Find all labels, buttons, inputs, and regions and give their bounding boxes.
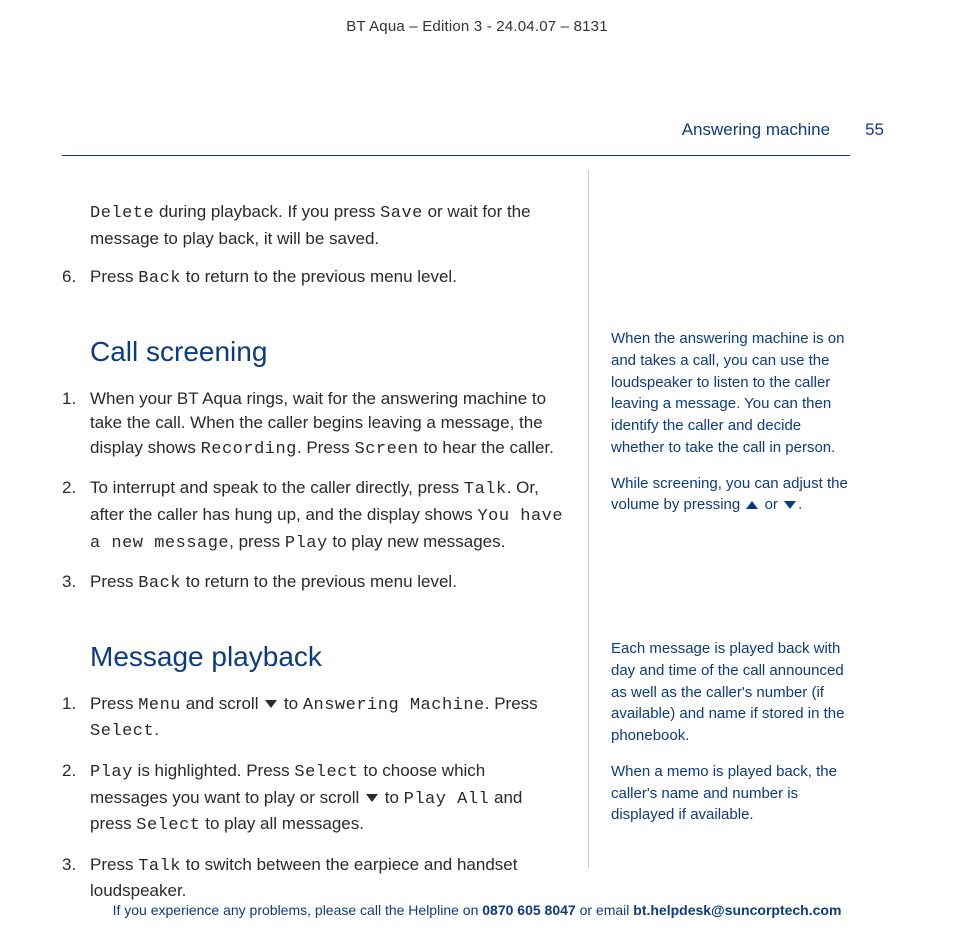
side-spacer <box>611 170 850 328</box>
display-recording: Recording <box>201 440 297 459</box>
key-select: Select <box>294 763 358 782</box>
key-talk: Talk <box>138 857 181 876</box>
call-screening-step-2: 2. To interrupt and speak to the caller … <box>62 476 566 556</box>
text: to play new messages. <box>328 532 506 551</box>
step-number: 2. <box>62 476 76 501</box>
arrow-up-icon <box>746 501 758 509</box>
key-menu: Menu <box>138 696 181 715</box>
helpline-footer: If you experience any problems, please c… <box>70 902 884 918</box>
running-head: Answering machine 55 <box>70 120 884 140</box>
side-spacer <box>611 530 850 638</box>
text: Press <box>90 855 138 874</box>
text: . <box>798 496 802 513</box>
text: or email <box>576 902 634 918</box>
key-back: Back <box>138 574 181 593</box>
text: to play all messages. <box>201 814 364 833</box>
key-play: Play <box>285 534 328 553</box>
text: to <box>380 788 404 807</box>
step-6: 6. Press Back to return to the previous … <box>62 265 566 292</box>
call-screening-step-1: 1. When your BT Aqua rings, wait for the… <box>62 387 566 463</box>
text: While screening, you can adjust the volu… <box>611 475 848 514</box>
sidenote-message-playback-1: Each message is played back with day and… <box>611 638 850 747</box>
text: Press <box>90 267 138 286</box>
key-select: Select <box>90 722 154 741</box>
text: to hear the caller. <box>419 438 554 457</box>
key-talk: Talk <box>464 480 507 499</box>
key-select: Select <box>136 816 200 835</box>
text: If you experience any problems, please c… <box>113 902 483 918</box>
intro-paragraph: Delete during playback. If you press Sav… <box>62 200 566 251</box>
menu-play-all: Play All <box>404 790 490 809</box>
message-playback-step-2: 2. Play is highlighted. Press Select to … <box>62 759 566 839</box>
step-number: 1. <box>62 387 76 412</box>
text: To interrupt and speak to the caller dir… <box>90 478 464 497</box>
menu-play: Play <box>90 763 133 782</box>
key-delete: Delete <box>90 204 154 223</box>
sidenote-message-playback-2: When a memo is played back, the caller's… <box>611 761 850 826</box>
text: or <box>760 496 782 513</box>
side-column: When the answering machine is on and tak… <box>589 170 850 868</box>
text: . Press <box>297 438 355 457</box>
step-number: 3. <box>62 570 76 595</box>
text: Press <box>90 694 138 713</box>
columns: Delete during playback. If you press Sav… <box>62 170 850 868</box>
text: to <box>279 694 303 713</box>
sidenote-call-screening-1: When the answering machine is on and tak… <box>611 328 850 459</box>
arrow-down-icon <box>265 700 277 708</box>
message-playback-step-1: 1. Press Menu and scroll to Answering Ma… <box>62 692 566 745</box>
text: , press <box>229 532 285 551</box>
text: to return to the previous menu level. <box>181 267 457 286</box>
message-playback-step-3: 3. Press Talk to switch between the earp… <box>62 853 566 904</box>
arrow-down-icon <box>784 501 796 509</box>
text: to return to the previous menu level. <box>181 572 457 591</box>
document-meta: BT Aqua – Edition 3 - 24.04.07 – 8131 <box>70 18 884 35</box>
step-number: 2. <box>62 759 76 784</box>
text: . <box>154 720 159 739</box>
key-back: Back <box>138 269 181 288</box>
key-screen: Screen <box>355 440 419 459</box>
step-number: 3. <box>62 853 76 878</box>
text: Press <box>90 572 138 591</box>
arrow-down-icon <box>366 794 378 802</box>
menu-answering-machine: Answering Machine <box>303 696 485 715</box>
sidenote-call-screening-2: While screening, you can adjust the volu… <box>611 473 850 517</box>
text: . Press <box>485 694 538 713</box>
step-number: 1. <box>62 692 76 717</box>
header-rule <box>62 155 850 156</box>
heading-call-screening: Call screening <box>90 332 566 373</box>
main-column: Delete during playback. If you press Sav… <box>62 170 588 868</box>
call-screening-step-3: 3. Press Back to return to the previous … <box>62 570 566 597</box>
helpline-email: bt.helpdesk@suncorptech.com <box>633 902 841 918</box>
step-number: 6. <box>62 265 76 290</box>
helpline-phone: 0870 605 8047 <box>482 902 575 918</box>
page-number: 55 <box>865 120 884 140</box>
text: is highlighted. Press <box>133 761 295 780</box>
text: and scroll <box>181 694 263 713</box>
heading-message-playback: Message playback <box>90 637 566 678</box>
section-title: Answering machine <box>682 120 830 140</box>
text: during playback. If you press <box>154 202 380 221</box>
key-save: Save <box>380 204 423 223</box>
manual-page: BT Aqua – Edition 3 - 24.04.07 – 8131 An… <box>0 0 954 948</box>
